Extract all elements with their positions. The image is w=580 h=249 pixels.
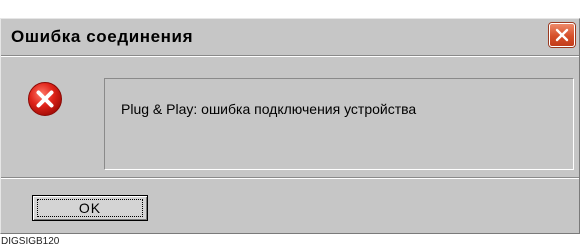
close-button[interactable] <box>549 23 575 47</box>
error-dialog-window: Ошибка соединения Plug & Play: ошибка по… <box>0 18 580 234</box>
error-icon <box>28 82 62 116</box>
title-divider <box>1 55 579 57</box>
image-caption: DIGSIGB120 <box>1 236 60 247</box>
ok-button[interactable]: OK <box>32 195 148 221</box>
message-panel: Plug & Play: ошибка подключения устройст… <box>104 78 574 170</box>
close-icon <box>555 28 569 42</box>
button-divider <box>1 177 579 179</box>
error-message: Plug & Play: ошибка подключения устройст… <box>121 101 417 117</box>
title-bar[interactable]: Ошибка соединения <box>1 19 579 55</box>
dialog-title: Ошибка соединения <box>11 27 194 46</box>
ok-button-label: OK <box>78 200 102 216</box>
